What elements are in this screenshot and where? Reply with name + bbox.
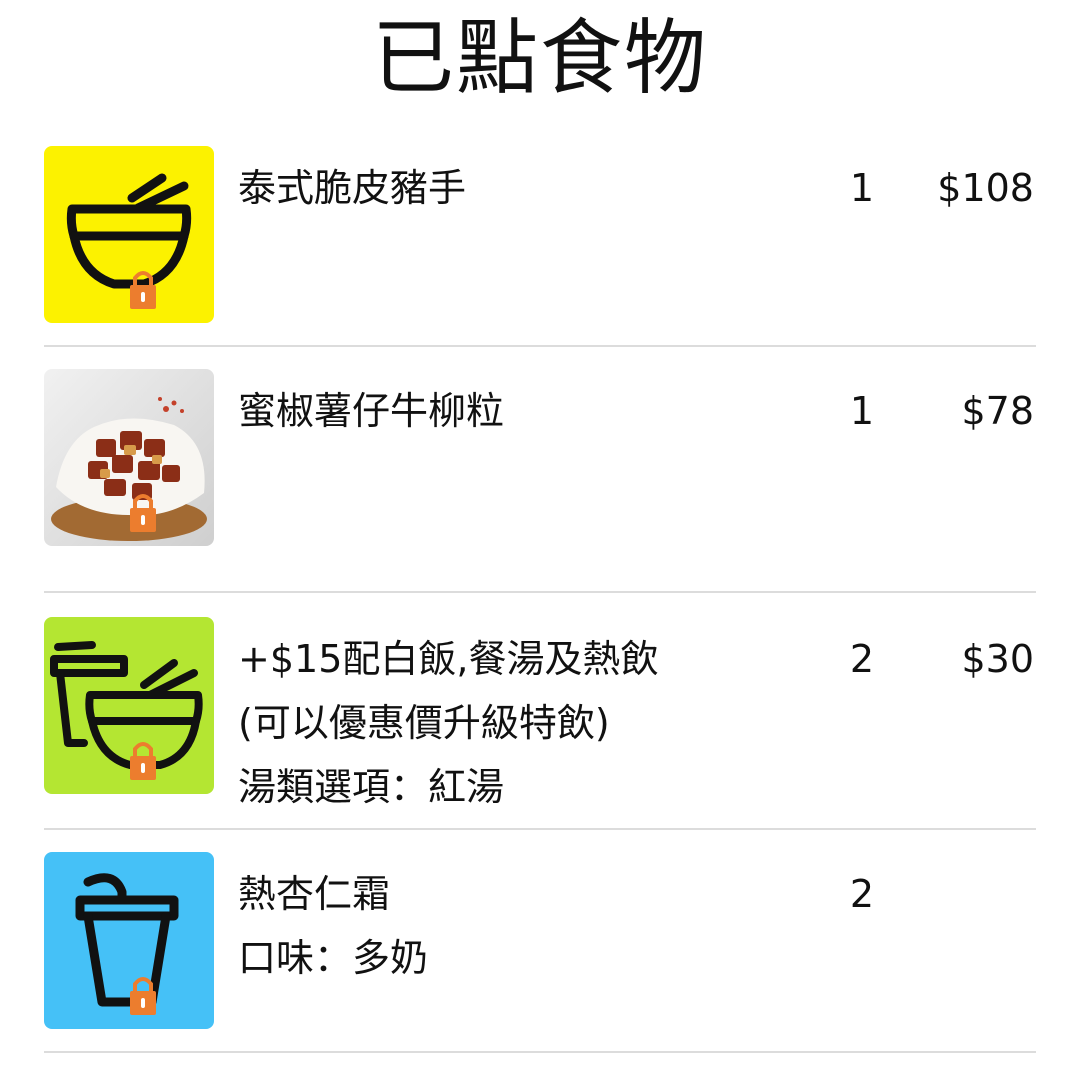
item-name: +$15配白飯,餐湯及熱飲 (可以優惠價升級特飲) 湯類選項：紅湯 — [238, 627, 718, 819]
item-option: 湯類選項：紅湯 — [238, 765, 505, 809]
item-name: 熱杏仁霜 口味：多奶 — [238, 862, 718, 990]
food-photo — [44, 369, 214, 546]
item-name: 泰式脆皮豬手 — [238, 166, 467, 210]
order-list: 泰式脆皮豬手 1 $108 蜜椒薯仔牛柳粒 1 $78 +$15配白飯,餐湯及熱… — [44, 146, 1036, 1053]
order-item[interactable]: 熱杏仁霜 口味：多奶 2 — [44, 852, 1036, 1053]
item-thumbnail — [44, 146, 214, 323]
drink-and-bowl-icon — [44, 617, 214, 794]
order-item[interactable]: 蜜椒薯仔牛柳粒 1 $78 — [44, 369, 1036, 593]
item-thumbnail — [44, 852, 214, 1029]
item-thumbnail — [44, 617, 214, 794]
item-price: $30 — [961, 637, 1034, 681]
item-quantity: 2 — [849, 637, 874, 681]
item-option: 口味：多奶 — [238, 936, 429, 980]
order-item[interactable]: 泰式脆皮豬手 1 $108 — [44, 146, 1036, 347]
order-item[interactable]: +$15配白飯,餐湯及熱飲 (可以優惠價升級特飲) 湯類選項：紅湯 2 $30 — [44, 617, 1036, 830]
ordered-food-page: 已點食物 泰式脆皮豬手 1 $108 蜜椒薯仔牛柳粒 1 $78 +$15配白飯… — [0, 0, 1080, 1080]
item-quantity: 1 — [849, 166, 874, 210]
item-name-line1: 熱杏仁霜 — [238, 872, 391, 916]
item-quantity: 1 — [849, 389, 874, 433]
item-price: $78 — [961, 389, 1034, 433]
item-thumbnail — [44, 369, 214, 546]
rice-bowl-icon — [44, 146, 214, 323]
item-name-line2: (可以優惠價升級特飲) — [238, 701, 610, 745]
page-title: 已點食物 — [371, 11, 708, 106]
item-name-line1: +$15配白飯,餐湯及熱飲 — [238, 637, 659, 681]
item-quantity: 2 — [849, 872, 874, 916]
item-name: 蜜椒薯仔牛柳粒 — [238, 389, 505, 433]
drink-cup-icon — [44, 852, 214, 1029]
item-price: $108 — [937, 166, 1034, 210]
